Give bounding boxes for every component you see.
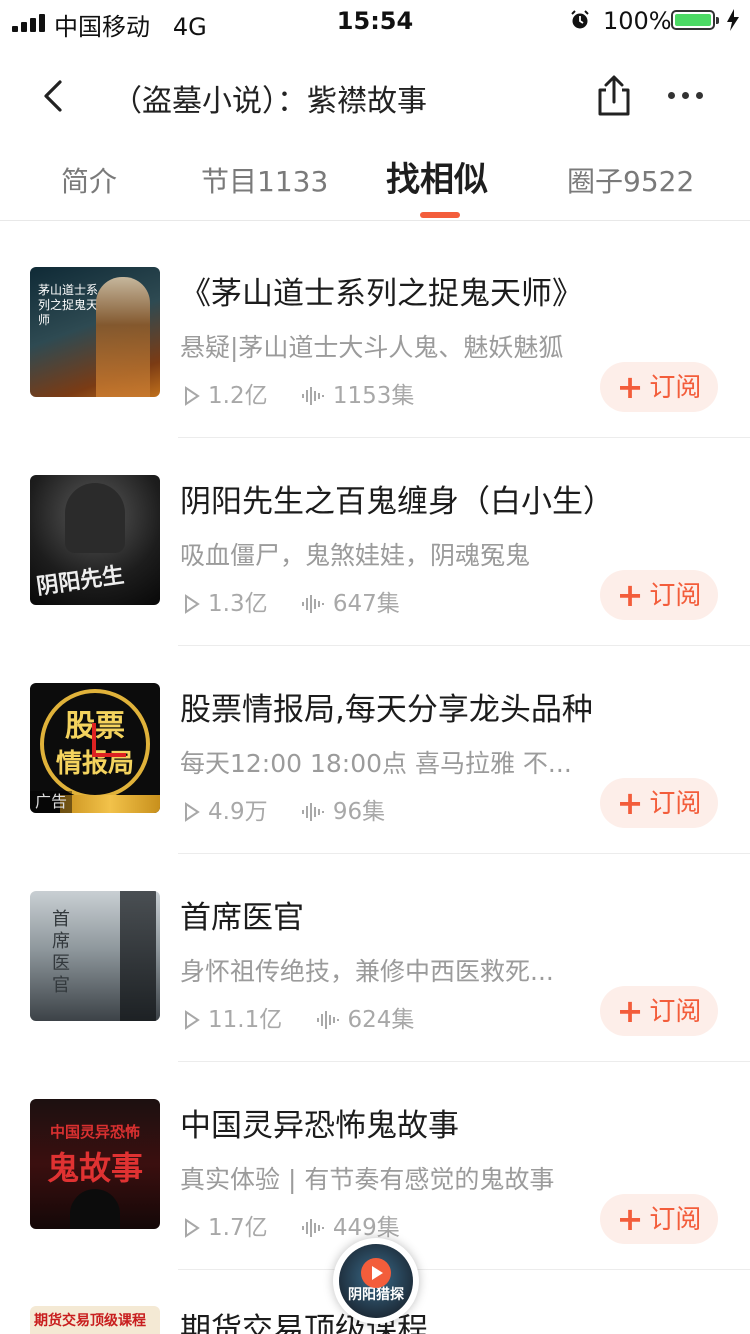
item-desc: 身怀祖传绝技，兼修中西医救死...	[180, 957, 554, 986]
album-cover[interactable]: 阴阳先生	[30, 475, 160, 605]
list-item[interactable]: 茅山道士系列之捉鬼天师 《茅山道士系列之捉鬼天师》 悬疑|茅山道士大斗人鬼、魅妖…	[0, 230, 750, 438]
play-count-icon	[185, 386, 200, 406]
item-title: 中国灵异恐怖鬼故事	[180, 1108, 459, 1144]
episodes-icon	[301, 387, 324, 405]
play-count: 1.7亿	[208, 1215, 268, 1241]
play-count-icon	[185, 1010, 200, 1030]
album-cover[interactable]: 首席医官	[30, 891, 160, 1021]
play-count-icon	[185, 1218, 200, 1238]
share-icon[interactable]	[594, 74, 634, 118]
ad-badge: 广告	[30, 791, 73, 813]
episode-count: 449集	[332, 1215, 400, 1241]
cover-text: 期货交易顶级课程	[34, 1313, 146, 1329]
tab-circle[interactable]: 圈子9522	[567, 160, 694, 200]
cover-text: 鬼故事	[46, 1149, 143, 1187]
tab-bar: 简介 节目1133 找相似 圈子9522	[0, 140, 750, 221]
episodes-icon	[301, 1219, 324, 1237]
cover-text: 茅山道士系列之捉鬼天师	[38, 283, 99, 327]
tab-episodes[interactable]: 节目1133	[201, 160, 328, 200]
list-item[interactable]: 股票 情报局 广告 股票情报局,每天分享龙头品种 每天12:00 18:00点 …	[0, 646, 750, 854]
album-cover[interactable]: 中国灵异恐怖 鬼故事	[30, 1099, 160, 1229]
album-cover[interactable]: 茅山道士系列之捉鬼天师	[30, 267, 160, 397]
item-title: 《茅山道士系列之捉鬼天师》	[180, 276, 583, 312]
subscribe-button[interactable]: + 订阅	[600, 570, 718, 620]
episode-count: 1153集	[332, 383, 415, 409]
cover-text: 阴阳先生	[35, 562, 126, 600]
play-count-icon	[185, 594, 200, 614]
album-cover[interactable]: 期货交易顶级课程	[30, 1306, 160, 1334]
page-title: （盗墓小说）：紫襟故事	[112, 84, 427, 119]
play-count: 1.2亿	[208, 383, 268, 409]
battery-icon	[671, 10, 719, 30]
item-title: 阴阳先生之百鬼缠身（白小生）	[180, 484, 614, 520]
more-dots-icon[interactable]	[666, 86, 706, 106]
item-meta: 1.2亿 1153集	[184, 376, 414, 410]
tab-indicator	[420, 212, 460, 218]
chevron-left-icon[interactable]	[34, 76, 74, 116]
similar-list: 茅山道士系列之捉鬼天师 《茅山道士系列之捉鬼天师》 悬疑|茅山道士大斗人鬼、魅妖…	[0, 230, 750, 1270]
nav-bar: （盗墓小说）：紫襟故事	[0, 50, 750, 140]
item-desc: 真实体验 | 有节奏有感觉的鬼故事	[180, 1165, 555, 1194]
battery-percent: 100%	[603, 7, 672, 35]
cover-text: 首席医官	[52, 909, 70, 996]
cover-text: 中国灵异恐怖	[49, 1123, 140, 1141]
alarm-icon	[571, 10, 589, 29]
episodes-icon	[301, 595, 324, 613]
play-count-icon	[185, 802, 200, 822]
album-cover[interactable]: 股票 情报局 广告	[30, 683, 160, 813]
item-desc: 每天12:00 18:00点 喜马拉雅 不...	[180, 749, 572, 778]
item-meta: 4.9万 96集	[184, 792, 385, 826]
item-meta: 1.7亿 449集	[184, 1208, 400, 1242]
episodes-icon	[316, 1011, 339, 1029]
tab-intro[interactable]: 简介	[61, 160, 117, 200]
subscribe-button[interactable]: + 订阅	[600, 362, 718, 412]
tab-similar[interactable]: 找相似	[386, 152, 488, 201]
episode-count: 647集	[332, 591, 400, 617]
item-meta: 1.3亿 647集	[184, 584, 400, 618]
play-count: 11.1亿	[208, 1007, 283, 1033]
subscribe-button[interactable]: + 订阅	[600, 1194, 718, 1244]
episode-count: 624集	[347, 1007, 415, 1033]
mini-player[interactable]: 阴阳猎探	[333, 1238, 419, 1324]
charging-icon	[727, 9, 739, 31]
play-count: 1.3亿	[208, 591, 268, 617]
item-title: 股票情报局,每天分享龙头品种	[180, 692, 593, 728]
play-icon[interactable]	[361, 1258, 391, 1288]
list-item[interactable]: 阴阳先生 阴阳先生之百鬼缠身（白小生） 吸血僵尸，鬼煞娃娃，阴魂冤鬼 1.3亿 …	[0, 438, 750, 646]
plus-icon: +	[616, 1200, 644, 1238]
item-desc: 吸血僵尸，鬼煞娃娃，阴魂冤鬼	[180, 541, 531, 570]
plus-icon: +	[616, 992, 644, 1030]
item-desc: 悬疑|茅山道士大斗人鬼、魅妖魅狐	[180, 333, 564, 362]
plus-icon: +	[616, 784, 644, 822]
episode-count: 96集	[332, 799, 386, 825]
subscribe-button[interactable]: + 订阅	[600, 778, 718, 828]
list-item[interactable]: 首席医官 首席医官 身怀祖传绝技，兼修中西医救死... 11.1亿 624集 +…	[0, 854, 750, 1062]
plus-icon: +	[616, 576, 644, 614]
episodes-icon	[301, 803, 324, 821]
item-title: 首席医官	[180, 900, 304, 936]
status-bar: 中国移动 4G 15:54 100%	[0, 0, 750, 44]
item-meta: 11.1亿 624集	[184, 1000, 414, 1034]
play-count: 4.9万	[208, 799, 268, 825]
subscribe-button[interactable]: + 订阅	[600, 986, 718, 1036]
plus-icon: +	[616, 368, 644, 406]
